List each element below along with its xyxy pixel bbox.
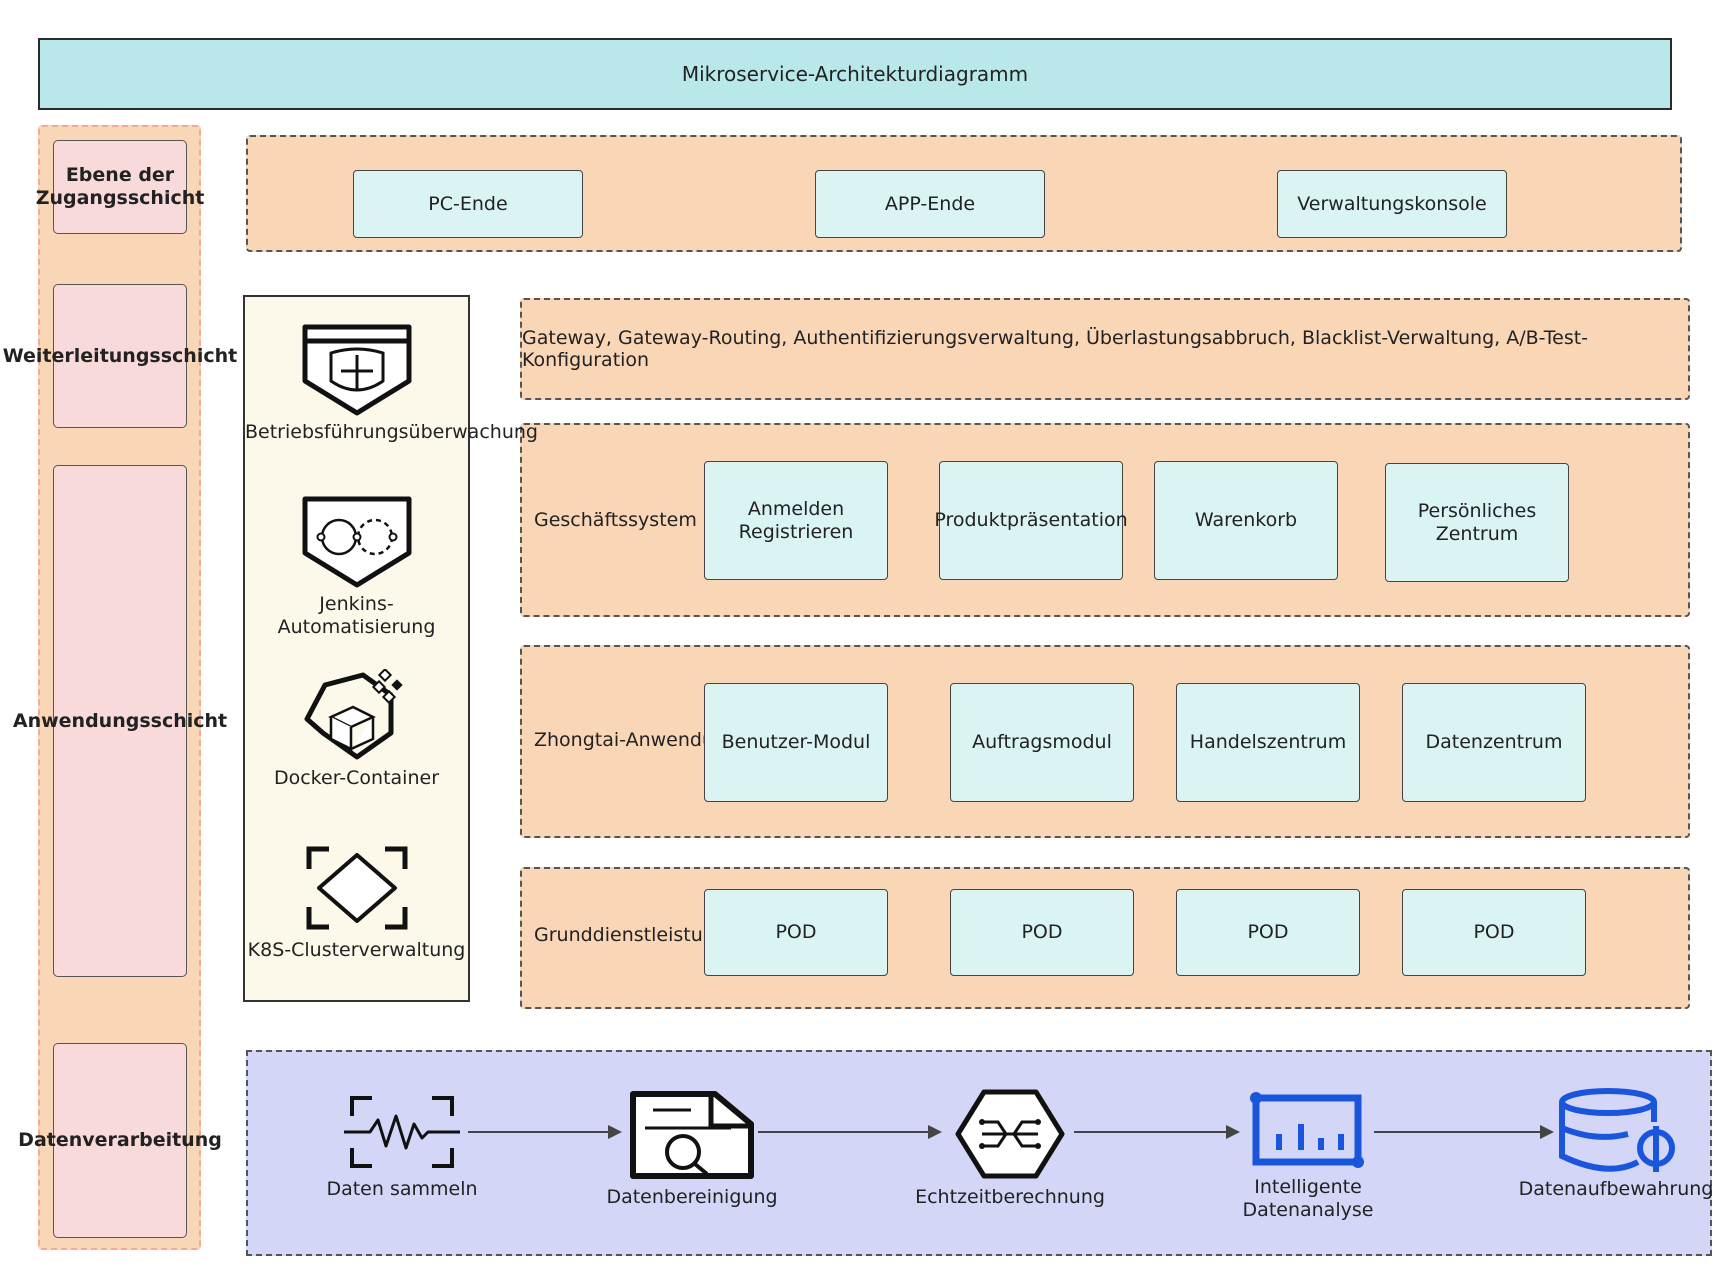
diamond-frame-icon — [306, 846, 407, 930]
flow-label: Datenbereinigung — [606, 1186, 778, 1208]
zhongtai-item: Auftragsmodul — [950, 683, 1134, 802]
flow-label: Daten sammeln — [326, 1178, 478, 1200]
hexagon-circuit-icon — [955, 1089, 1065, 1179]
ops-label: Jenkins-Automatisierung — [277, 593, 436, 638]
flow-arrow — [758, 1125, 942, 1139]
business-item: Anmelden Registrieren — [704, 461, 888, 580]
gateway-panel: Gateway, Gateway-Routing, Authentifizier… — [520, 298, 1690, 400]
ops-item-monitoring: Betriebsführungsüberwachung — [245, 323, 538, 444]
business-item: Produktpräsentation — [934, 461, 1128, 580]
bar-chart-icon — [1250, 1092, 1364, 1168]
pod-box: POD — [704, 889, 888, 976]
admin-console-box: Verwaltungskonsole — [1277, 170, 1507, 238]
layer-application: Anwendungsschicht — [13, 465, 227, 977]
ops-item-jenkins: Jenkins-Automatisierung — [245, 495, 468, 639]
flow-arrow — [1074, 1125, 1240, 1139]
app-end-box: APP-Ende — [815, 170, 1045, 238]
flow-step-realtime: Echtzeitberechnung — [910, 1088, 1110, 1209]
flow-label: Echtzeitberechnung — [915, 1186, 1105, 1208]
layer-data-processing: Datenverarbeitung — [18, 1043, 222, 1238]
basic-service-label: Grunddienstleistung — [534, 924, 704, 946]
pod-box: POD — [1176, 889, 1360, 976]
flow-arrow — [1374, 1125, 1554, 1139]
database-icon — [1559, 1088, 1675, 1172]
flow-step-analysis: Intelligente Datenanalyse — [1208, 1088, 1408, 1222]
shield-plus-icon — [302, 324, 411, 416]
ops-label: Docker-Container — [273, 767, 440, 789]
zhongtai-item: Datenzentrum — [1402, 683, 1586, 802]
flow-label: Datenaufbewahrung — [1518, 1178, 1714, 1200]
flow-step-cleaning: Datenbereinigung — [592, 1088, 792, 1209]
business-item: Warenkorb — [1154, 461, 1338, 580]
flow-step-storage: Datenaufbewahrung — [1516, 1088, 1716, 1201]
ops-label: K8S-Clusterverwaltung — [247, 939, 466, 961]
zhongtai-label: Zhongtai-Anwendung — [534, 729, 704, 751]
pc-end-box: PC-Ende — [353, 170, 583, 238]
flow-label: Intelligente Datenanalyse — [1242, 1176, 1374, 1221]
pod-box: POD — [1402, 889, 1586, 976]
zhongtai-item: Handelszentrum — [1176, 683, 1360, 802]
ops-item-k8s: K8S-Clusterverwaltung — [245, 841, 468, 962]
zhongtai-item: Benutzer-Modul — [704, 683, 888, 802]
layer-forwarding: Weiterleitungsschicht — [3, 284, 237, 428]
layer-access: Ebene der Zugangsschicht — [36, 140, 204, 234]
flow-step-collect: Daten sammeln — [302, 1092, 502, 1201]
business-item: Persönliches Zentrum — [1385, 463, 1569, 582]
document-search-icon — [630, 1091, 754, 1179]
ops-item-docker: Docker-Container — [245, 669, 468, 790]
pod-box: POD — [950, 889, 1134, 976]
business-label: Geschäftssystem — [534, 509, 697, 531]
waveform-icon — [344, 1096, 460, 1168]
container-cube-icon — [304, 669, 403, 760]
infinity-shield-icon — [302, 496, 411, 588]
flow-arrow — [468, 1125, 622, 1139]
ops-panel: Betriebsführungsüberwachung Jenkins-Auto… — [243, 295, 538, 1002]
ops-label: Betriebsführungsüberwachung — [245, 421, 538, 443]
diagram-title: Mikroservice-Architekturdiagramm — [38, 38, 1672, 110]
